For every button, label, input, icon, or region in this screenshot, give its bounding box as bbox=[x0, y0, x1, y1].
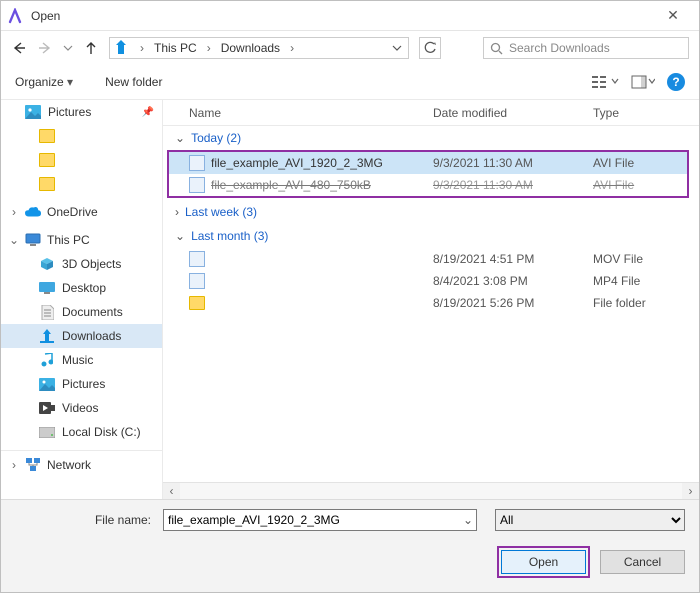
chevron-down-icon: ⌄ bbox=[175, 131, 185, 145]
pictures-icon bbox=[39, 376, 55, 392]
sidebar-item-videos[interactable]: Videos bbox=[1, 396, 162, 420]
chevron-right-icon: › bbox=[136, 41, 148, 55]
pin-icon: 📌 bbox=[142, 107, 154, 118]
column-headers[interactable]: Name Date modified Type bbox=[163, 100, 699, 126]
sidebar-folder[interactable] bbox=[1, 148, 162, 172]
window-title: Open bbox=[31, 9, 60, 23]
avi-file-icon bbox=[189, 155, 205, 171]
horizontal-scrollbar[interactable]: ‹ › bbox=[163, 482, 699, 499]
highlight-annotation: file_example_AVI_1920_2_3MG 9/3/2021 11:… bbox=[167, 150, 689, 198]
sidebar-item-pictures[interactable]: Pictures 📌 bbox=[1, 100, 162, 124]
folder-icon bbox=[39, 153, 55, 167]
objects-icon bbox=[39, 256, 55, 272]
file-type-filter[interactable]: All bbox=[495, 509, 685, 531]
close-button[interactable]: ✕ bbox=[653, 7, 693, 24]
folder-icon bbox=[189, 296, 205, 310]
address-bar[interactable]: › This PC › Downloads › bbox=[109, 37, 409, 59]
desktop-icon bbox=[39, 280, 55, 296]
organize-menu[interactable]: Organize ▾ bbox=[15, 75, 73, 89]
drive-icon bbox=[39, 424, 55, 440]
chevron-right-icon: › bbox=[203, 41, 215, 55]
group-lastweek[interactable]: ›Last week (3) bbox=[163, 200, 699, 224]
mp4-file-icon bbox=[189, 273, 205, 289]
combo-dropdown-icon[interactable]: ⌄ bbox=[463, 513, 473, 527]
app-icon bbox=[7, 8, 23, 24]
sidebar-item-desktop[interactable]: Desktop bbox=[1, 276, 162, 300]
breadcrumb-root[interactable]: This PC bbox=[154, 41, 197, 55]
search-placeholder: Search Downloads bbox=[509, 41, 610, 55]
folder-icon bbox=[39, 129, 55, 143]
titlebar: Open ✕ bbox=[1, 1, 699, 31]
col-name[interactable]: Name bbox=[189, 106, 433, 120]
nav-row: › This PC › Downloads › Search Downloads bbox=[1, 31, 699, 65]
preview-pane-toggle[interactable] bbox=[631, 74, 655, 90]
breadcrumb-folder[interactable]: Downloads bbox=[221, 41, 280, 55]
onedrive-icon bbox=[25, 204, 41, 220]
sidebar-item-network[interactable]: › Network bbox=[1, 450, 162, 474]
chevron-down-icon: ⌄ bbox=[175, 229, 185, 243]
chevron-right-icon: › bbox=[9, 458, 19, 472]
sidebar-item-documents[interactable]: Documents bbox=[1, 300, 162, 324]
refresh-button[interactable] bbox=[419, 37, 441, 59]
avi-file-icon bbox=[189, 177, 205, 193]
sidebar-folder[interactable] bbox=[1, 172, 162, 196]
new-folder-button[interactable]: New folder bbox=[105, 75, 162, 89]
videos-icon bbox=[39, 400, 55, 416]
sidebar-folder[interactable] bbox=[1, 124, 162, 148]
sidebar-item-localdisk[interactable]: Local Disk (C:) bbox=[1, 420, 162, 444]
sidebar-item-music[interactable]: Music bbox=[1, 348, 162, 372]
mov-file-icon bbox=[189, 251, 205, 267]
highlight-annotation: Open bbox=[497, 546, 590, 578]
help-button[interactable]: ? bbox=[667, 73, 685, 91]
group-lastmonth[interactable]: ⌄Last month (3) bbox=[163, 224, 699, 248]
cancel-button[interactable]: Cancel bbox=[600, 550, 685, 574]
file-row[interactable]: file_example_AVI_1920_2_3MG 9/3/2021 11:… bbox=[169, 152, 687, 174]
search-input[interactable]: Search Downloads bbox=[483, 37, 689, 59]
drive-icon bbox=[112, 39, 130, 57]
file-row[interactable]: 8/19/2021 5:26 PM File folder bbox=[163, 292, 699, 314]
scroll-right-icon[interactable]: › bbox=[682, 483, 699, 500]
sidebar-item-thispc[interactable]: ⌄ This PC bbox=[1, 228, 162, 252]
chevron-right-icon: › bbox=[9, 205, 19, 219]
recent-dropdown[interactable] bbox=[63, 43, 73, 53]
back-button[interactable] bbox=[11, 40, 27, 56]
footer: File name: ⌄ All Open Cancel bbox=[1, 499, 699, 592]
chevron-down-icon: ⌄ bbox=[9, 233, 19, 247]
toolbar: Organize ▾ New folder ? bbox=[1, 65, 699, 99]
sidebar-item-3dobjects[interactable]: 3D Objects bbox=[1, 252, 162, 276]
chevron-right-icon: › bbox=[175, 205, 179, 219]
sidebar-item-onedrive[interactable]: › OneDrive bbox=[1, 200, 162, 224]
file-row[interactable]: file_example_AVI_480_750kB 9/3/2021 11:3… bbox=[169, 174, 687, 196]
up-button[interactable] bbox=[83, 40, 99, 56]
nav-tree: Pictures 📌 › OneDrive ⌄ This PC 3D Objec… bbox=[1, 100, 163, 499]
file-row[interactable]: 8/4/2021 3:08 PM MP4 File bbox=[163, 270, 699, 292]
filename-label: File name: bbox=[15, 513, 155, 527]
thispc-icon bbox=[25, 232, 41, 248]
folder-icon bbox=[39, 177, 55, 191]
file-list: Name Date modified Type ⌄Today (2) file_… bbox=[163, 100, 699, 499]
forward-button[interactable] bbox=[37, 40, 53, 56]
scroll-left-icon[interactable]: ‹ bbox=[163, 483, 180, 500]
music-icon bbox=[39, 352, 55, 368]
address-dropdown[interactable] bbox=[392, 43, 402, 53]
chevron-right-icon: › bbox=[286, 41, 298, 55]
documents-icon bbox=[39, 304, 55, 320]
col-date[interactable]: Date modified bbox=[433, 106, 593, 120]
view-options[interactable] bbox=[591, 74, 619, 90]
sidebar-item-pictures2[interactable]: Pictures bbox=[1, 372, 162, 396]
sidebar-item-downloads[interactable]: Downloads bbox=[1, 324, 162, 348]
open-button[interactable]: Open bbox=[501, 550, 586, 574]
pictures-icon bbox=[25, 104, 41, 120]
filename-input[interactable] bbox=[163, 509, 477, 531]
file-row[interactable]: 8/19/2021 4:51 PM MOV File bbox=[163, 248, 699, 270]
group-today[interactable]: ⌄Today (2) bbox=[163, 126, 699, 150]
downloads-icon bbox=[39, 328, 55, 344]
network-icon bbox=[25, 457, 41, 473]
search-icon bbox=[490, 42, 503, 55]
col-type[interactable]: Type bbox=[593, 106, 699, 120]
